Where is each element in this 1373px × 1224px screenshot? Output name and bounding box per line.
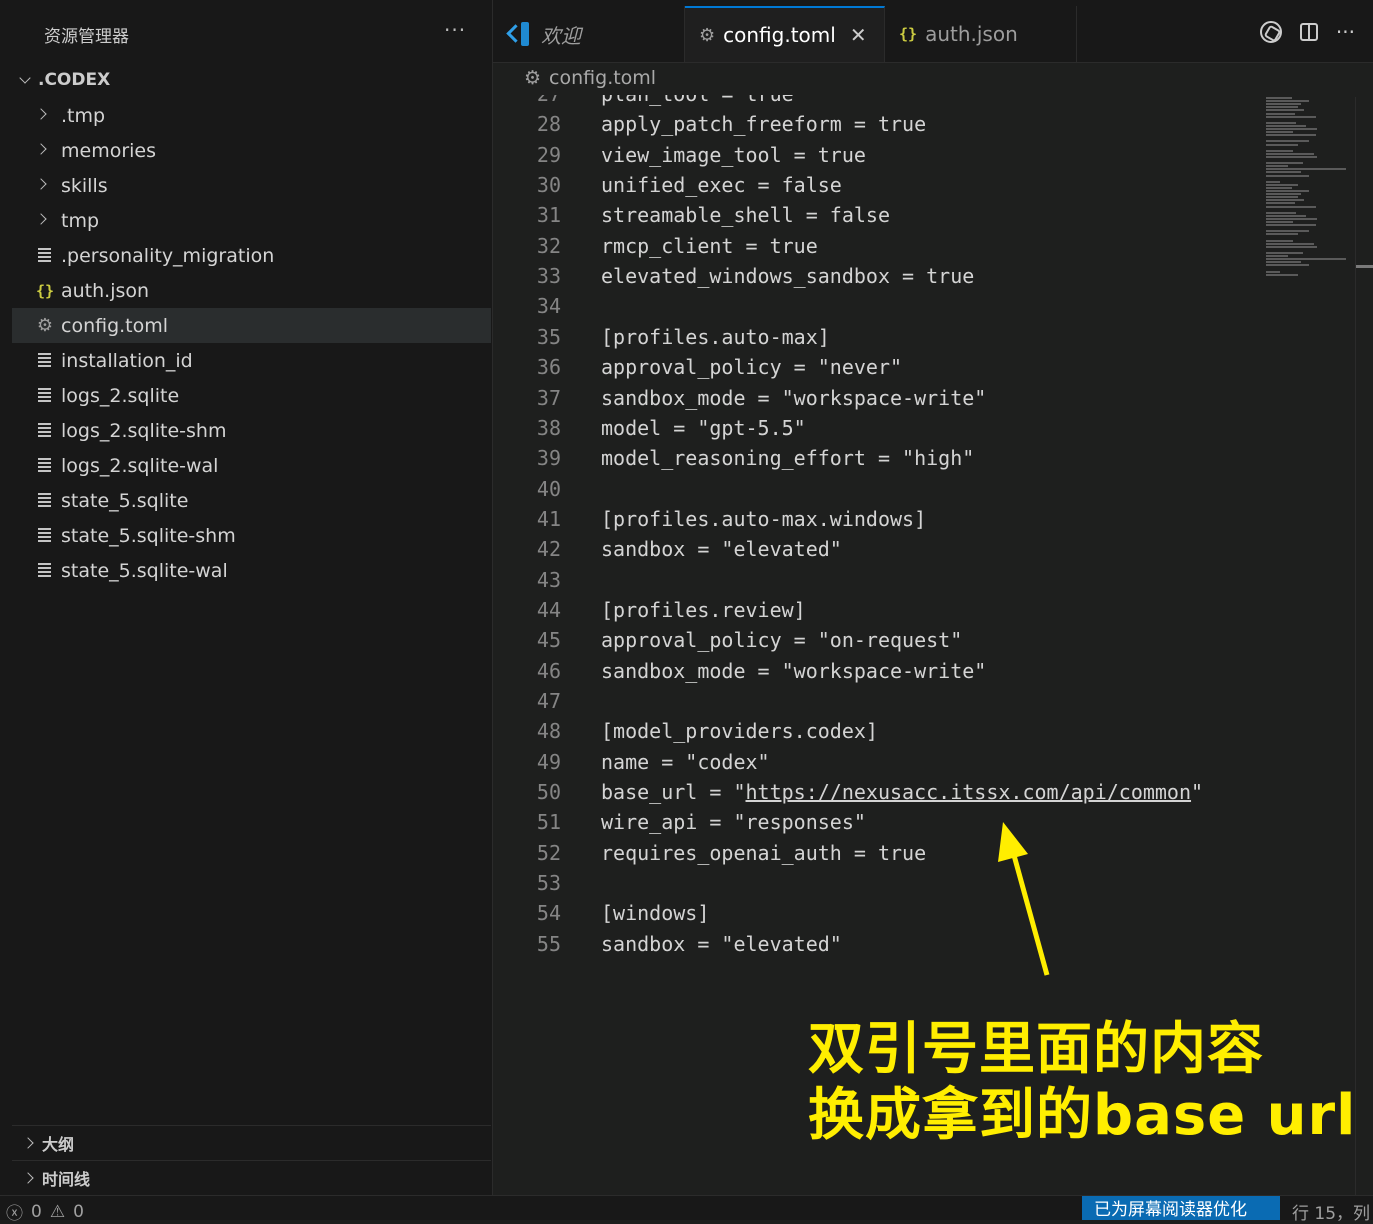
status-bar: ⓧ 0 ⚠ 0 已为屏幕阅读器优化 行 15，列 [0,1195,1373,1224]
annotation-line-2: 换成拿到的base url [808,1083,1357,1148]
problems-indicator[interactable]: ⓧ 0 ⚠ 0 [6,1199,84,1224]
cursor-position[interactable]: 行 15，列 [1292,1199,1370,1224]
arrow-head [998,822,1028,862]
arrow-shaft [1009,847,1050,976]
screen-reader-status[interactable]: 已为屏幕阅读器优化 [1082,1196,1280,1220]
error-icon: ⓧ [6,1204,23,1224]
